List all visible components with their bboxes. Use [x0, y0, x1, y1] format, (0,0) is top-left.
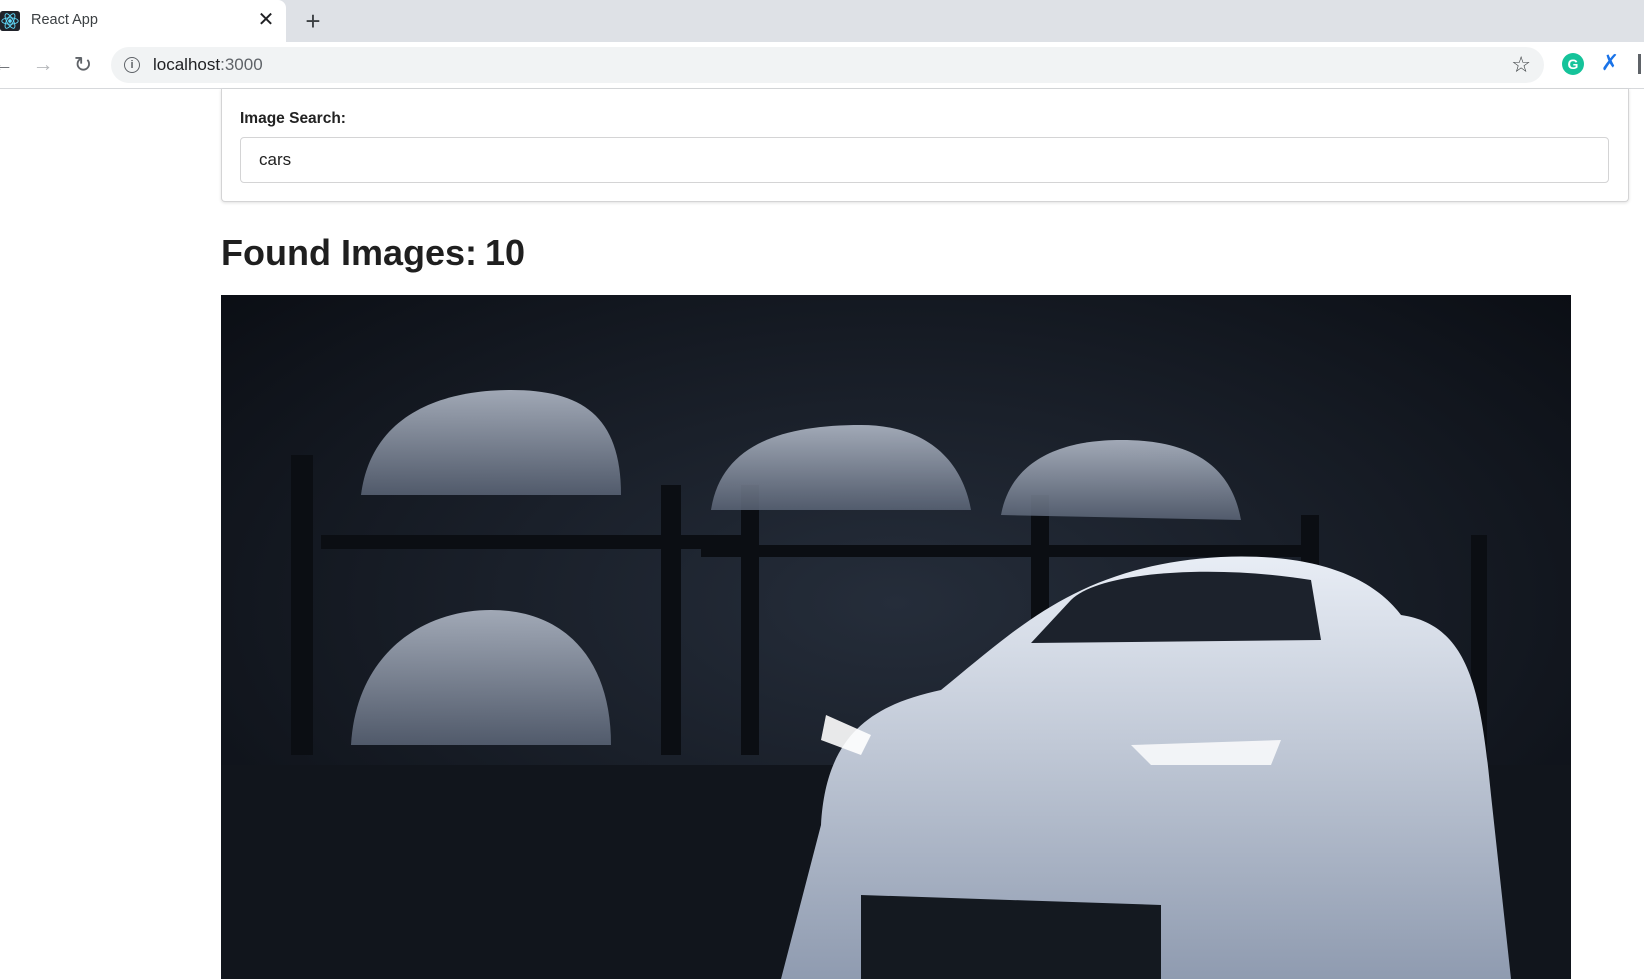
browser-toolbar: ← → ↻ i localhost:3000 ☆ G ✗ — [0, 42, 1644, 89]
close-icon[interactable]: ✕ — [256, 9, 276, 31]
address-url[interactable]: localhost:3000 — [153, 55, 263, 75]
react-logo-icon — [0, 11, 20, 31]
menu-edge-icon[interactable] — [1638, 54, 1641, 74]
search-input[interactable] — [240, 137, 1609, 183]
search-label: Image Search: — [240, 110, 346, 127]
tab-react-app[interactable]: React App ✕ — [0, 0, 286, 42]
url-port: :3000 — [220, 55, 263, 74]
result-image[interactable] — [221, 295, 1571, 979]
info-icon[interactable]: i — [124, 57, 140, 73]
tools-extension-icon[interactable]: ✗ — [1598, 51, 1622, 75]
tab-strip: React App ✕ + — [0, 0, 1644, 42]
tab-title: React App — [31, 12, 98, 28]
results-heading: Found Images: 10 — [221, 232, 525, 274]
url-host: localhost — [153, 55, 221, 74]
address-bar[interactable]: i localhost:3000 ☆ — [111, 47, 1544, 83]
results-count: 10 — [485, 232, 526, 273]
results-heading-label: Found Images: — [221, 232, 478, 273]
search-form: Image Search: — [221, 89, 1629, 202]
reload-icon[interactable]: ↻ — [70, 52, 96, 78]
back-arrow-icon[interactable]: ← — [0, 52, 16, 78]
forward-arrow-icon[interactable]: → — [30, 52, 56, 78]
new-tab-button[interactable]: + — [299, 8, 327, 34]
grammarly-icon[interactable]: G — [1562, 53, 1584, 75]
bookmark-star-icon[interactable]: ☆ — [1511, 52, 1531, 78]
